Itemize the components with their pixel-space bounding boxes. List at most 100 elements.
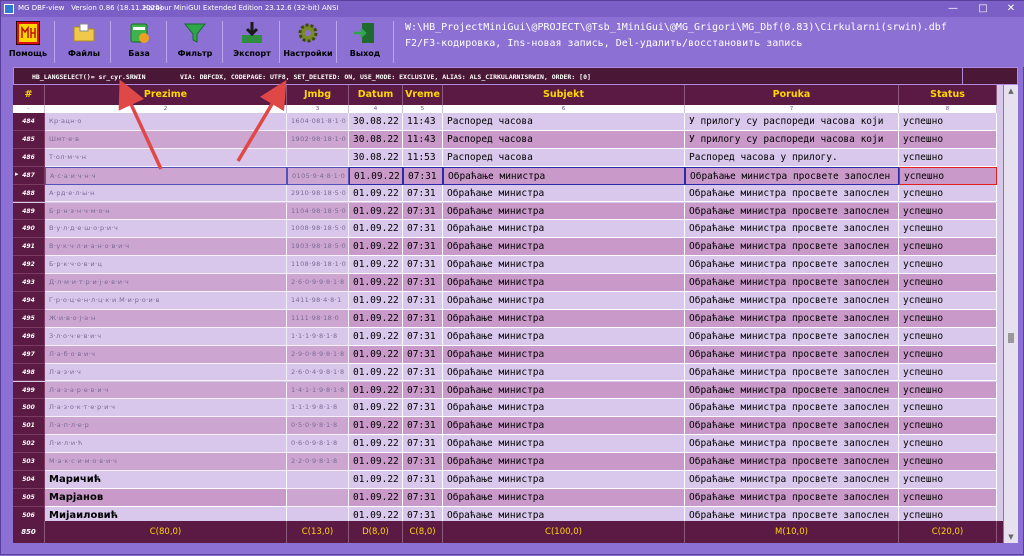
cell-datum[interactable]: 01.09.22	[349, 327, 403, 346]
cell-poruka[interactable]: У прилогу су распореди часова који	[685, 113, 899, 131]
cell-poruka[interactable]: Обраћање министра просвете запослен	[685, 166, 899, 185]
cell-n[interactable]: 500	[13, 399, 45, 418]
cell-jmbg[interactable]: 1902·98·18·1·0	[287, 130, 349, 149]
cell-datum[interactable]: 01.09.22	[349, 184, 403, 203]
cell-poruka[interactable]: Обраћање министра просвете запослен	[685, 220, 899, 239]
cell-prezime[interactable]: Маричић	[45, 471, 287, 489]
cell-n[interactable]: 486	[13, 148, 45, 167]
cell-poruka[interactable]: Обраћање министра просвете запослен	[685, 256, 899, 275]
table-row[interactable]: 484 Кр·ацн·о 1604·081·8·1·0 30.08.22 11:43 Ра…	[13, 113, 1003, 131]
cell-jmbg[interactable]: 0·5·0·9·8·1·8	[287, 417, 349, 436]
cell-jmbg[interactable]: 2·9·0·8·9·8·1·8	[287, 345, 349, 364]
cell-jmbg[interactable]: 0·6·0·9·8·1·8	[287, 435, 349, 454]
column-header-index[interactable]: #	[13, 85, 45, 105]
export-button[interactable]: Экспорт	[225, 19, 279, 65]
cell-poruka[interactable]: Обраћање министра просвете запослен	[685, 327, 899, 346]
table-row[interactable]: 485 Шмт·е·в 1902·98·18·1·0 30.08.22 11:43 Рас…	[13, 130, 1003, 149]
cell-jmbg[interactable]: 1111·98·18·0	[287, 309, 349, 328]
cell-subjekt[interactable]: Обраћање министра	[443, 166, 685, 185]
cell-vreme[interactable]: 11:43	[403, 113, 443, 131]
column-header-jmbg[interactable]: Jmbg	[287, 85, 349, 105]
scroll-thumb[interactable]	[1008, 333, 1014, 343]
cell-vreme[interactable]: 07:31	[403, 274, 443, 292]
cell-prezime[interactable]: Б·р·н·э·н·ч·м·о·н	[45, 202, 287, 221]
table-row[interactable]: 494 Г·р·о·ц·е·н·л·ц·к·и М·и·р·о·и·в 1411·9…	[13, 292, 1003, 310]
cell-status[interactable]: успешно	[899, 327, 997, 346]
cell-datum[interactable]: 01.09.22	[349, 256, 403, 275]
cell-datum[interactable]: 01.09.22	[349, 166, 403, 185]
cell-n[interactable]: 493	[13, 274, 45, 292]
cell-status[interactable]: успешно	[899, 220, 997, 239]
cell-jmbg[interactable]	[287, 148, 349, 167]
cell-n[interactable]: 505	[13, 488, 45, 507]
cell-prezime[interactable]: З·л·о·ч·е·в·и·ч	[45, 327, 287, 346]
settings-button[interactable]: Настройки	[281, 19, 335, 65]
cell-subjekt[interactable]: Обраћање министра	[443, 488, 685, 507]
maximize-icon[interactable]: □	[969, 1, 997, 17]
cell-vreme[interactable]: 07:31	[403, 184, 443, 203]
cell-vreme[interactable]: 11:43	[403, 130, 443, 149]
cell-n[interactable]: 498	[13, 363, 45, 382]
cell-datum[interactable]: 30.08.22	[349, 113, 403, 131]
cell-datum[interactable]: 01.09.22	[349, 274, 403, 292]
cell-n[interactable]: 490	[13, 220, 45, 239]
cell-prezime[interactable]: Т·ол·м·ч·н	[45, 148, 287, 167]
cell-prezime[interactable]: Л·а·з·а·р·е·в·и·ч	[45, 381, 287, 400]
cell-vreme[interactable]: 07:31	[403, 202, 443, 221]
cell-prezime[interactable]: Кр·ацн·о	[45, 113, 287, 131]
cell-jmbg[interactable]: 1604·081·8·1·0	[287, 113, 349, 131]
cell-vreme[interactable]: 07:31	[403, 435, 443, 454]
cell-status[interactable]: успешно	[899, 292, 997, 310]
base-button[interactable]: База	[112, 19, 166, 65]
column-header-datum[interactable]: Datum	[349, 85, 403, 105]
cell-subjekt[interactable]: Обраћање министра	[443, 220, 685, 239]
cell-prezime[interactable]: Ж·и·в·о·ј·а·н	[45, 309, 287, 328]
table-row[interactable]: 503 М·а·к·с·и·м·о·в·и·ч 2·2·0·9·8·1·8 01.09…	[13, 453, 1003, 471]
cell-prezime[interactable]: А·рд·е·л·ы·н	[45, 184, 287, 203]
cell-jmbg[interactable]: 2·6·0·9·9·8·1·8	[287, 274, 349, 292]
cell-poruka[interactable]: Обраћање министра просвете запослен	[685, 345, 899, 364]
cell-n[interactable]: 497	[13, 345, 45, 364]
cell-jmbg[interactable]: 1·1·1·9·8·1·8	[287, 327, 349, 346]
cell-prezime[interactable]: Л·а·з·и·ч	[45, 363, 287, 382]
cell-datum[interactable]: 30.08.22	[349, 130, 403, 149]
cell-prezime[interactable]: Г·р·о·ц·е·н·л·ц·к·и М·и·р·о·и·в	[45, 292, 287, 310]
close-icon[interactable]: ✕	[997, 1, 1024, 17]
cell-status[interactable]: успешно	[899, 256, 997, 275]
vertical-scrollbar[interactable]: ▲ ▼	[1004, 85, 1018, 543]
cell-n[interactable]: 488	[13, 184, 45, 203]
cell-prezime[interactable]: В·у·к·ч·л·и·а·н·о·в·и·ч	[45, 238, 287, 257]
cell-subjekt[interactable]: Распоред часова	[443, 130, 685, 149]
cell-vreme[interactable]: 07:31	[403, 363, 443, 382]
table-row[interactable]: 490 В·у·л·д·е·ш·о·р·и·ч 1008·98·18·5·0 01.0…	[13, 220, 1003, 239]
cell-status[interactable]: успешно	[899, 363, 997, 382]
cell-vreme[interactable]: 07:31	[403, 238, 443, 257]
cell-n[interactable]: 496	[13, 327, 45, 346]
cell-vreme[interactable]: 07:31	[403, 309, 443, 328]
table-row[interactable]: 496 З·л·о·ч·е·в·и·ч 1·1·1·9·8·1·8 01.09.22 0…	[13, 327, 1003, 346]
cell-status[interactable]: успешно	[899, 399, 997, 418]
cell-subjekt[interactable]: Обраћање министра	[443, 274, 685, 292]
cell-poruka[interactable]: Обраћање министра просвете запослен	[685, 184, 899, 203]
cell-poruka[interactable]: Обраћање министра просвете запослен	[685, 417, 899, 436]
cell-vreme[interactable]: 07:31	[403, 166, 443, 185]
exit-button[interactable]: Выход	[338, 19, 392, 65]
cell-datum[interactable]: 01.09.22	[349, 417, 403, 436]
table-row[interactable]: 493 Д·л·м·и·т·р·и·ј·е·в·и·ч 2·6·0·9·9·8·1·…	[13, 274, 1003, 292]
cell-jmbg[interactable]: 2·6·0·4·9·8·1·8	[287, 363, 349, 382]
cell-vreme[interactable]: 07:31	[403, 471, 443, 489]
cell-prezime[interactable]: М·а·к·с·и·м·о·в·и·ч	[45, 453, 287, 471]
cell-poruka[interactable]: Обраћање министра просвете запослен	[685, 453, 899, 471]
cell-vreme[interactable]: 07:31	[403, 220, 443, 239]
cell-subjekt[interactable]: Обраћање министра	[443, 399, 685, 418]
cell-poruka[interactable]: Обраћање министра просвете запослен	[685, 381, 899, 400]
cell-jmbg[interactable]: 0105·9·4·8·1·0	[287, 166, 349, 185]
cell-datum[interactable]: 01.09.22	[349, 363, 403, 382]
cell-datum[interactable]: 01.09.22	[349, 202, 403, 221]
cell-subjekt[interactable]: Обраћање министра	[443, 238, 685, 257]
cell-prezime[interactable]: Л·а·з·о·к·т·е·р·и·ч	[45, 399, 287, 418]
cell-prezime[interactable]: Л·а·п·л·е·р	[45, 417, 287, 436]
cell-prezime[interactable]: А·с·а·и·ч·н·ч	[45, 166, 287, 185]
cell-subjekt[interactable]: Обраћање министра	[443, 417, 685, 436]
table-row[interactable]: 500 Л·а·з·о·к·т·е·р·и·ч 1·1·1·9·8·1·8 01.09…	[13, 399, 1003, 418]
